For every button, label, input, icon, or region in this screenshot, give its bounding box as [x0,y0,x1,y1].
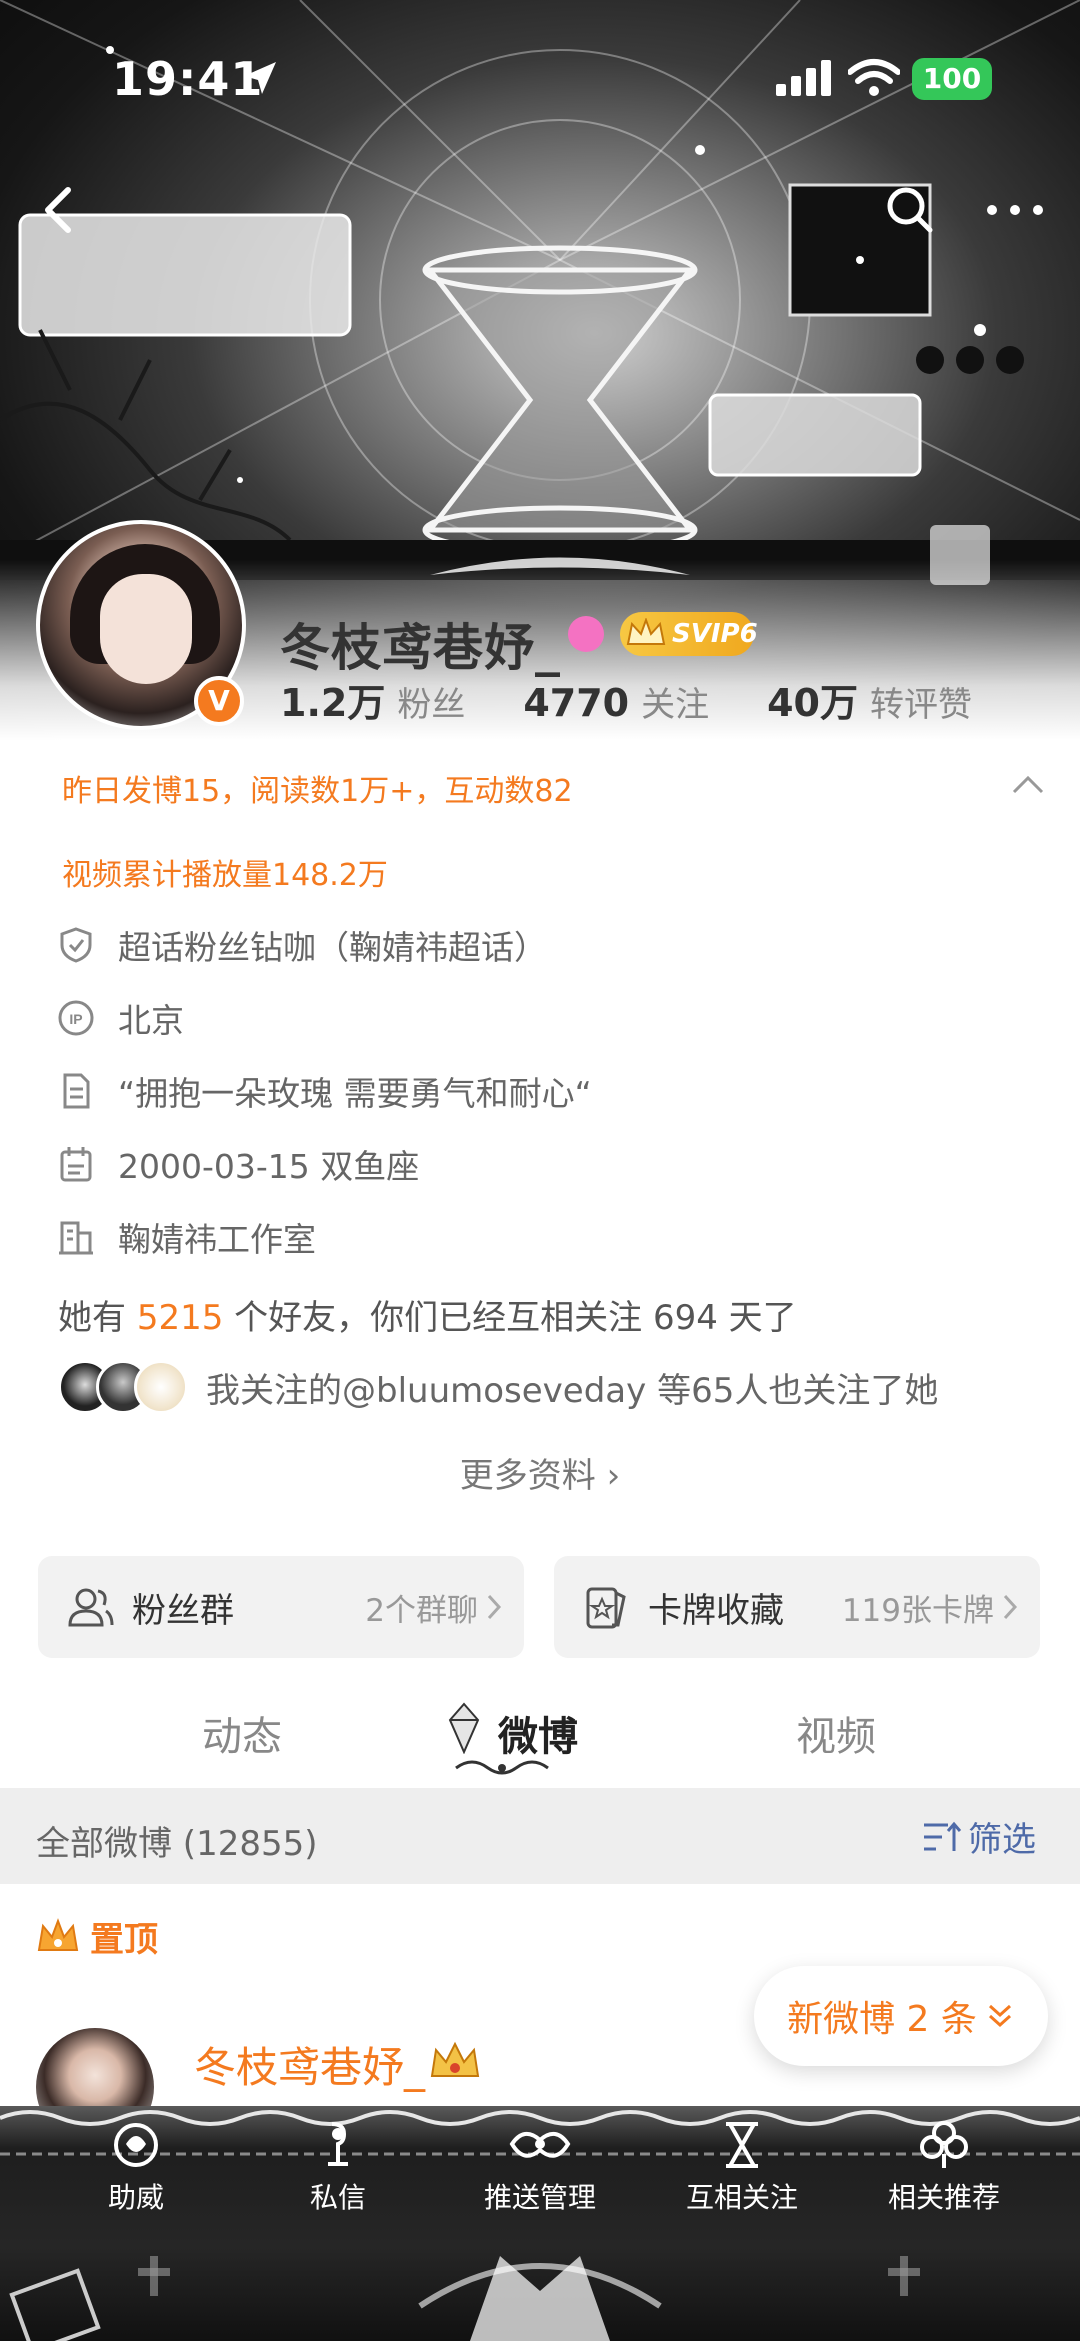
clover-icon [920,2121,968,2168]
double-chevron-down-icon [988,2004,1011,2028]
pinned-label: 置顶 [36,1912,158,1961]
chevron-up-icon[interactable] [1010,772,1046,796]
info-company: 鞠婧祎工作室 [56,1212,316,1262]
info-ip-location: IP 北京 [56,993,184,1043]
card-title: 卡牌收藏 [648,1590,784,1631]
pinned-text: 置顶 [90,1920,158,1960]
profile-page: 19:41 100 V 冬枝鸢巷妤_ SVIP6 1.2万 粉丝 4770 关注… [0,0,1080,2341]
stat-value: 1.2万 [280,681,386,725]
info-birthday: 2000-03-15 双鱼座 [56,1139,419,1189]
more-options-icon[interactable] [980,190,1050,230]
filter-icon [924,1821,962,1851]
wifi-icon [848,59,900,96]
battery-indicator: 100 [912,58,992,100]
info-bio: “拥抱一朵玫瑰 需要勇气和耐心“ [56,1066,592,1116]
mutual-followers-row[interactable]: 我关注的@bluumoseveday 等65人也关注了她 [58,1360,938,1414]
bottom-nav-push-management[interactable]: 推送管理 [450,2106,630,2226]
bottom-nav-label: 助威 [107,2181,164,2214]
crown-badge-icon [430,2041,480,2077]
tab-video[interactable]: 视频 [796,1704,876,1762]
location-arrow-icon [244,62,276,94]
tab-active-indicator [455,1760,549,1775]
cheer-icon [114,2123,158,2167]
crown-icon [626,618,666,645]
stat-value: 4770 [523,681,630,725]
friends-prefix: 她有 [58,1298,137,1338]
profile-stats: 1.2万 粉丝 4770 关注 40万 转评赞 [280,672,1030,732]
fans-group-card[interactable]: 粉丝群 2个群聊 [38,1556,524,1658]
building-icon [59,1221,93,1255]
gem-decoration-icon [448,1702,480,1754]
card-collection-card[interactable]: 卡牌收藏 119张卡牌 [554,1556,1040,1658]
filter-label: 筛选 [968,1820,1036,1860]
info-text: 超话粉丝钻咖（鞠婧祎超话） [118,928,547,967]
bottom-nav-label: 私信 [309,2181,366,2214]
stat-label: 转评赞 [869,685,972,725]
group-icon [68,1588,114,1627]
hourglass-icon [726,2122,758,2168]
info-text: 鞠婧祎工作室 [118,1220,316,1259]
stat-following[interactable]: 4770 关注 [523,677,709,726]
push-management-icon [509,2132,571,2158]
shield-icon [60,927,92,963]
bottom-nav-recommend[interactable]: 相关推荐 [854,2106,1034,2226]
card-value: 2个群聊 [365,1592,478,1629]
stat-likes[interactable]: 40万 转评赞 [767,672,972,727]
verified-badge-icon: V [194,676,244,726]
bottom-nav-message[interactable]: 私信 [248,2106,428,2226]
info-super-topic[interactable]: 超话粉丝钻咖（鞠婧祎超话） [56,920,547,970]
chevron-right-icon [487,1594,502,1620]
new-posts-label: 新微博 2 条 [787,1999,977,2040]
calendar-icon [60,1147,92,1182]
post-author-name[interactable]: 冬枝鸢巷妤_ [194,2034,425,2095]
card-title: 粉丝群 [132,1590,234,1631]
card-value: 119张卡牌 [841,1592,994,1629]
stat-label: 关注 [641,685,710,725]
friends-suffix: 个好友，你们已经互相关注 694 天了 [223,1298,797,1338]
status-bar: 19:41 100 [0,40,1080,120]
message-icon [328,2122,348,2166]
svip-label: SVIP6 [672,619,758,649]
back-arrow-icon[interactable] [30,180,90,240]
info-text: 2000-03-15 双鱼座 [118,1147,420,1186]
tab-weibo[interactable]: 微博 [498,1704,578,1762]
bottom-action-bar: 助威 私信 推送管理 互相关注 相关推荐 [0,2106,1080,2341]
bottom-nav-mutual-follow[interactable]: 互相关注 [652,2106,832,2226]
mutual-avatar [134,1360,188,1414]
friends-summary: 她有 5215 个好友，你们已经互相关注 694 天了 [58,1290,797,1339]
info-text: 北京 [118,1001,184,1040]
svg-text:IP: IP [69,1011,82,1027]
profile-username: 冬枝鸢巷妤_ [280,619,561,677]
female-gender-icon [568,616,604,652]
all-weibo-count: 全部微博 (12855) [36,1824,318,1864]
document-icon [63,1073,90,1109]
stat-label: 粉丝 [397,685,466,725]
card-collection-icon [586,1587,626,1629]
daily-activity-summary: 昨日发博15，阅读数1万+，互动数82 [62,774,573,809]
stat-followers[interactable]: 1.2万 粉丝 [280,672,465,727]
bottom-nav-label: 相关推荐 [887,2181,1000,2214]
cellular-signal-icon [776,60,831,96]
tab-dynamics[interactable]: 动态 [202,1704,282,1762]
search-icon[interactable] [880,180,940,240]
chevron-right-icon [1003,1594,1018,1620]
bottom-nav-label: 推送管理 [483,2181,596,2214]
filter-button[interactable]: 筛选 [922,1812,1036,1861]
crown-icon [37,1917,79,1951]
stat-value: 40万 [767,681,858,725]
bottom-nav-label: 互相关注 [685,2181,798,2214]
info-text: “拥抱一朵玫瑰 需要勇气和耐心“ [118,1074,592,1113]
mutual-followers-text: 我关注的@bluumoseveday 等65人也关注了她 [206,1370,939,1411]
more-info-link[interactable]: 更多资料 › [0,1448,1080,1497]
bottom-nav-cheer[interactable]: 助威 [46,2106,226,2226]
new-posts-button[interactable]: 新微博 2 条 [754,1966,1048,2066]
friends-count: 5215 [136,1298,224,1338]
filter-bar: 全部微博 (12855) 筛选 [0,1788,1080,1884]
video-play-count: 视频累计播放量148.2万 [62,858,388,893]
svip-badge[interactable]: SVIP6 [620,612,758,656]
ip-location-icon: IP [58,1000,94,1036]
